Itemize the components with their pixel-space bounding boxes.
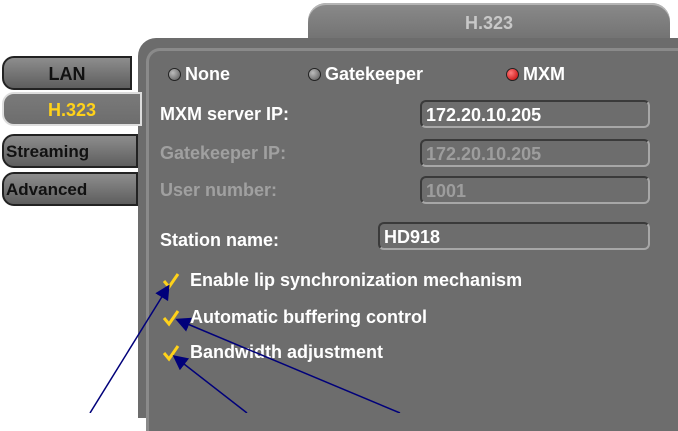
arrow-auto-buffering	[175, 317, 401, 413]
arrow-bandwidth	[172, 355, 248, 413]
arrow-lip-sync	[89, 284, 170, 413]
annotation-arrows	[89, 284, 401, 413]
